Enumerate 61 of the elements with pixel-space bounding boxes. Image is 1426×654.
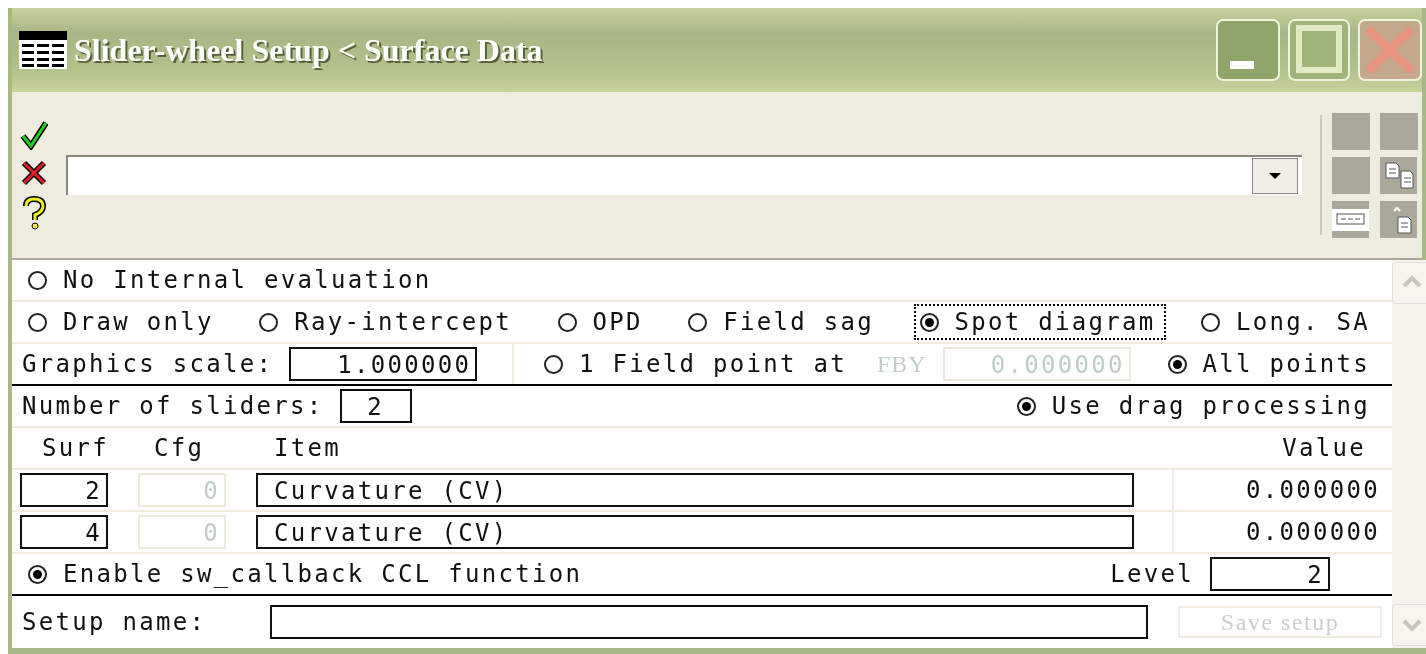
radio-option-label: All points: [1202, 350, 1370, 378]
input-field[interactable]: Curvature (CV): [256, 473, 1134, 507]
radio-option-label: OPD: [592, 308, 643, 336]
radio-option[interactable]: OPD: [551, 304, 653, 340]
field-label: Level: [1110, 560, 1194, 588]
table-cell: 0.000000: [1172, 470, 1382, 510]
radio-option[interactable]: Ray-intercept: [253, 304, 522, 340]
field-label: Setup name:: [22, 608, 208, 636]
column-header: Surf: [41, 434, 110, 462]
radio-option[interactable]: Draw only: [22, 304, 224, 340]
window-title: Slider-wheel Setup < Surface Data: [74, 31, 544, 69]
radio-option[interactable]: Long. SA: [1195, 304, 1380, 340]
radio-option[interactable]: Use drag processing: [1010, 388, 1380, 424]
input-field[interactable]: 2: [1210, 557, 1330, 591]
field-label: Graphics scale:: [22, 350, 274, 378]
minimize-button[interactable]: [1216, 19, 1280, 81]
radio-option-label: Use drag processing: [1051, 392, 1370, 420]
radio-button[interactable]: [688, 312, 708, 332]
radio-option-label: Ray-intercept: [294, 308, 512, 336]
radio-button[interactable]: [1016, 396, 1036, 416]
table-cell: 0.000000: [1172, 512, 1382, 552]
input-field[interactable]: [270, 605, 1148, 639]
table-icon[interactable]: [18, 30, 68, 70]
radio-button[interactable]: [557, 312, 577, 332]
input-field[interactable]: 1.000000: [289, 347, 478, 381]
radio-button[interactable]: [28, 270, 47, 290]
close-icon[interactable]: [20, 158, 48, 188]
checkmark-icon[interactable]: [20, 120, 48, 150]
radio-button[interactable]: [919, 312, 939, 332]
field-label: FBY: [877, 350, 927, 378]
column-header: Cfg: [153, 434, 206, 462]
radio-option[interactable]: Enable sw_callback CCL function: [22, 556, 593, 592]
input-field[interactable]: 2: [20, 473, 108, 507]
radio-option-label: Field sag: [723, 308, 874, 336]
input-field[interactable]: Curvature (CV): [256, 515, 1134, 549]
radio-option-label: No Internal evaluation: [63, 266, 432, 294]
radio-option-label: Draw only: [63, 308, 214, 336]
field-icon[interactable]: [1332, 200, 1369, 238]
document-icon[interactable]: [1380, 200, 1417, 238]
command-dropdown[interactable]: [66, 155, 1302, 195]
radio-button[interactable]: [259, 312, 279, 332]
copy-icon[interactable]: [1380, 156, 1417, 194]
radio-option-label: Long. SA: [1236, 308, 1370, 336]
radio-option[interactable]: Field sag: [682, 304, 884, 340]
radio-button[interactable]: [1201, 312, 1220, 332]
radio-button[interactable]: [1167, 354, 1187, 374]
radio-option[interactable]: Spot diagram: [913, 304, 1166, 340]
radio-option-label: Spot diagram: [954, 308, 1156, 336]
radio-option-label: Enable sw_callback CCL function: [63, 560, 583, 588]
radio-option[interactable]: No Internal evaluation: [22, 262, 442, 298]
help-icon[interactable]: [20, 196, 48, 230]
dropdown-button[interactable]: [1252, 158, 1298, 194]
input-field[interactable]: 2: [339, 389, 412, 423]
radio-button[interactable]: [28, 312, 47, 332]
input-field[interactable]: 4: [20, 515, 108, 549]
column-header: Item: [273, 434, 342, 462]
radio-option-label: 1 Field point at: [579, 350, 847, 378]
radio-button[interactable]: [28, 564, 47, 584]
field-label: Number of sliders:: [22, 392, 324, 420]
radio-option[interactable]: All points: [1161, 346, 1380, 382]
column-header: Value: [1281, 434, 1367, 462]
